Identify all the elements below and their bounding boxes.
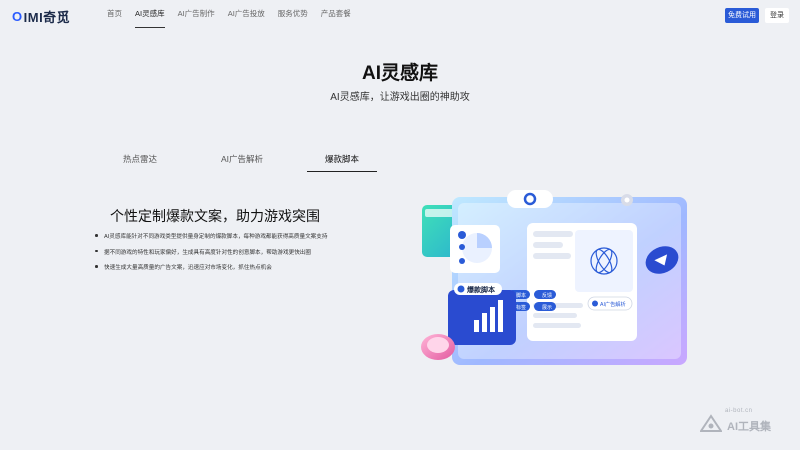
watermark: ai-bot.cn AI工具集 <box>700 408 795 438</box>
feature-bullets: AI灵感库能针对不同游戏类型提供量身定制的爆款脚本，每种游戏都能获得高质量文案支… <box>95 232 385 279</box>
login-button[interactable]: 登录 <box>765 8 789 23</box>
hit-script-label: 爆款脚本 <box>467 285 495 294</box>
nav-links: 首页 AI灵感库 AI广告制作 AI广告投放 服务优势 产品套餐 <box>107 0 364 30</box>
logo-mark: O <box>12 9 23 24</box>
top-navigation: O IMI奇觅 首页 AI灵感库 AI广告制作 AI广告投放 服务优势 产品套餐… <box>0 0 800 30</box>
chip-label: 展示 <box>542 305 552 311</box>
nav-link-ai-ad-production[interactable]: AI广告制作 <box>178 0 215 30</box>
script-illustration: AI广告解析 脚本 反馈 标签 展示 爆款脚本 <box>410 185 700 375</box>
tab-hit-script[interactable]: 爆款脚本 <box>307 152 377 172</box>
illustration-graphic: AI广告解析 脚本 反馈 标签 展示 爆款脚本 <box>421 190 687 365</box>
feature-bullet: 快速生成大量高质量的广告文案，迅速应对市场变化，抓住热点机会 <box>95 263 385 271</box>
feature-title: 个性定制爆款文案，助力游戏突围 <box>110 208 320 224</box>
chip-label: 反馈 <box>542 292 552 299</box>
nav-link-home[interactable]: 首页 <box>107 0 122 30</box>
logo-text: IMI奇觅 <box>23 10 71 25</box>
nav-link-ai-ad-delivery[interactable]: AI广告投放 <box>228 0 265 30</box>
feature-bullet: 据不同游戏的特性和玩家偏好，生成具有高度针对性的创意脚本，帮助游戏更快出圈 <box>95 248 385 256</box>
chip-label: 脚本 <box>516 292 526 299</box>
watermark-url: ai-bot.cn <box>725 408 753 414</box>
page-title: AI灵感库 <box>361 63 438 84</box>
search-pill <box>507 190 553 208</box>
feature-bullet: AI灵感库能针对不同游戏类型提供量身定制的爆款脚本，每种游戏都能获得高质量文案支… <box>95 232 385 240</box>
watermark-text: AI工具集 <box>727 421 771 433</box>
logo[interactable]: O IMI奇觅 <box>12 7 70 26</box>
feature-tabs: 热点雷达 AI广告解析 爆款脚本 <box>92 152 392 174</box>
page-subtitle: AI灵感库，让游戏出圈的神助攻 <box>330 92 470 103</box>
nav-link-service-advantages[interactable]: 服务优势 <box>278 0 308 30</box>
free-trial-button[interactable]: 免费试用 <box>725 8 759 23</box>
nav-link-product-plans[interactable]: 产品套餐 <box>321 0 351 30</box>
analysis-badge-label: AI广告解析 <box>600 300 626 308</box>
nav-link-ai-inspiration[interactable]: AI灵感库 <box>135 0 165 30</box>
chip-label: 标签 <box>516 304 526 311</box>
tab-ai-ad-analysis[interactable]: AI广告解析 <box>217 152 267 172</box>
watermark-logo-icon <box>700 414 722 432</box>
tab-hot-radar[interactable]: 热点雷达 <box>120 152 160 172</box>
